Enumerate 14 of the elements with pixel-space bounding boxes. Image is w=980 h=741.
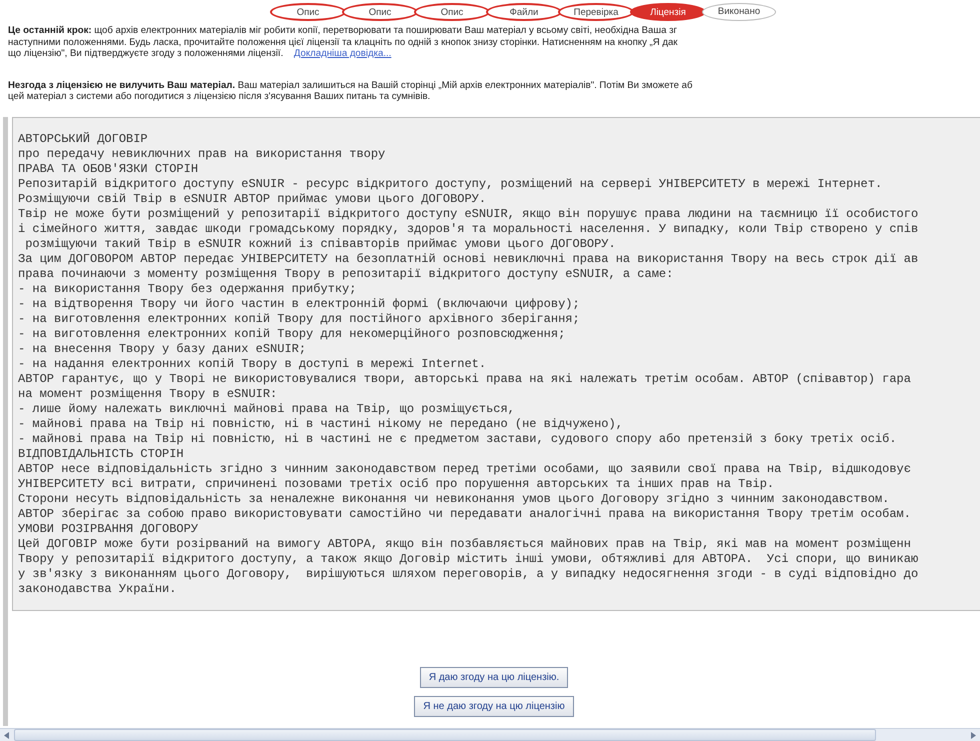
progress-step: Опис [270,3,346,21]
progress-step: Файли [486,3,562,21]
progress-step: Ліцензія [630,3,706,21]
disagree-note: Незгода з ліцензією не вилучить Ваш матеріал. Ваш матеріал залишиться на Вашій сторінці „Мій архів електронних матеріалів". Потім Ви зможете аб цей матеріал з системи або погодитися з ліцензією після з'ясування Ваших питань та сумнівів. [8,80,694,102]
progress-step: Виконано [702,3,776,21]
license-textarea[interactable]: АВТОРСЬКИЙ ДОГОВІР про передачу невиключних прав на використання твору ПРАВА ТА ОБОВ'ЯЗКИ СТОРІН Репозитарій відкритого доступу eSNUIR - ресурс відкритого доступу, розміщений на сервері УНІВЕРСИТЕТУ в мережі Інтернет. Розміщуючи свій Твір в eSNUIR АВТОР приймає умови цього ДОГОВОРУ. Твір не може бути розміщений у репозитарії відкритого доступу eSNUIR, якщо він порушує права людини на таємницю її особистого і сімейного життя, завдає шкоди громадському порядку, здоров'я та моральності населення. У випадку, коли Твір створено у спів розміщуючи такий Твір в eSNUIR кожний із співавторів приймає умови цього ДОГОВОРУ. За цим ДОГОВОРОМ АВТОР передає УНІВЕРСИТЕТУ на безоплатній основі невиключні права на використання Твору на весь строк дії ав права починаючи з моменту розміщення Твору в репозитарії відкритого доступу eSNUIR, а саме: - на використання Твору без одержання прибутку; - на відтворення Твору чи його частин в електронній формі (включаючи цифрову); - на виготовлення електронних копій Твору для постійного архівного зберігання; - на виготовлення електронних копій Твору для некомерційного розповсюдження; - на внесення Твору у базу даних eSNUIR; - на надання електронних копій Твору в доступі в мережі Internet. АВТОР гарантує, що у Творі не використовувалися твори, авторські права на які належать третім особам. АВТОР (співавтор) гара на момент розміщення Твору в eSNUIR: - лише йому належать виключні майнові права на Твір, що розміщується, - майнові права на Твір ні повністю, ні в частині нікому не передано (не відчужено), - майнові права на Твір ні повністю, ні в частині не є предметом застави, судового спору або претензій з боку третіх осіб. ВІДПОВІДАЛЬНІСТЬ СТОРІН АВТОР несе відповідальність згідно з чинним законодавством перед третіми особами, що заявили свої права на Твір, відшкодовує УНІВЕРСИТЕТУ всі витрати, спричинені позовами третіх осіб про порушення авторських та інших прав на Твір. Сторони несуть відповідальність за неналежне виконання чи невиконання умов цього Договору згідно з чинним законодавством. АВТОР зберігає за собою право використовувати самостійно чи передавати аналогічні права на використання Твору третім особам. УМОВИ РОЗІРВАННЯ ДОГОВОРУ Цей ДОГОВІР може бути розірваний на вимогу АВТОРА, якщо він позбавляється майнових прав на Твір, які мав на момент розміщенн Твору у репозитарії відкритого доступу, а також якщо Договір містить інші умови, обтяжливі для АВТОРА. Усі спори, що виникаю у зв'язку з виконанням цього Договору, вирішуються шляхом переговорів, а у випадку недосягнення згоди - в суді відповідно до законодавства України. [12,116,980,610]
horizontal-scrollbar[interactable] [0,728,980,741]
progress-step: Перевірка [558,3,634,21]
progress-step: Опис [342,3,418,21]
progress-step: Опис [414,3,490,21]
license-button[interactable]: Я не даю згоду на цю ліцензію [414,696,574,716]
help-link[interactable]: Докладніша довідка... [294,48,392,59]
instructions-text: Це останній крок: щоб архів електронних матеріалів міг робити копії, перетворювати та поширювати Ваш матеріал у всьому світі, необхідна Ваша зг наступними положеннями. Будь ласка, прочитайте положення цієї ліцензії та клацніть по одній з кнопок знизу сторінки. Натисненням на кнопку „Я дак що ліцензію", Ви підтверджуєте згоду з положеннями ліцензії. Докладніша довідка... [8,25,678,60]
license-button[interactable]: Я даю згоду на цю ліцензію. [420,666,568,688]
